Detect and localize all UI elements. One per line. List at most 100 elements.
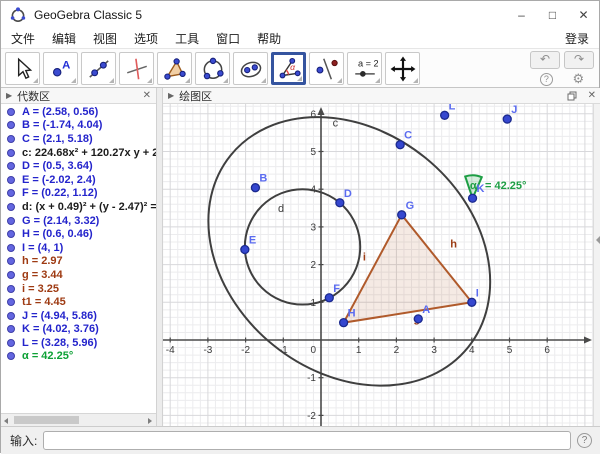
login-menu[interactable]: 登录 (565, 30, 589, 47)
menu-item[interactable]: 选项 (134, 30, 158, 47)
point-L[interactable] (441, 111, 449, 119)
angle-tool[interactable]: α (271, 52, 306, 85)
circle-tool[interactable] (195, 52, 230, 85)
visibility-marble-icon[interactable] (7, 298, 15, 306)
collapse-panel-icon[interactable] (596, 236, 600, 244)
scroll-right-icon[interactable] (148, 418, 152, 424)
tool-dropdown-icon[interactable] (109, 78, 114, 83)
command-input[interactable] (43, 431, 571, 450)
help-icon[interactable]: ? (540, 73, 553, 86)
slider-tool[interactable]: a = 2 (347, 52, 382, 85)
triangle-t1[interactable] (344, 215, 472, 323)
visibility-marble-icon[interactable] (7, 108, 15, 116)
algebra-item[interactable]: α = 42.25° (1, 350, 156, 364)
input-help-icon[interactable]: ? (577, 433, 592, 448)
algebra-item[interactable]: D = (0.5, 3.64) (1, 159, 156, 173)
move-tool[interactable] (5, 52, 40, 85)
visibility-marble-icon[interactable] (7, 285, 15, 293)
algebra-item[interactable]: J = (4.94, 5.86) (1, 309, 156, 323)
algebra-item[interactable]: g = 3.44 (1, 268, 156, 282)
scroll-left-icon[interactable] (4, 418, 8, 424)
visibility-marble-icon[interactable] (7, 135, 15, 143)
algebra-scrollbar[interactable] (1, 413, 156, 426)
visibility-marble-icon[interactable] (7, 325, 15, 333)
panel-splitter[interactable] (156, 88, 163, 426)
menu-item[interactable]: 编辑 (52, 30, 76, 47)
algebra-item[interactable]: E = (-2.02, 2.4) (1, 173, 156, 187)
redo-button[interactable]: ↷ (564, 51, 594, 69)
algebra-item[interactable]: c: 224.68x² + 120.27x y + 250.8 (1, 146, 156, 160)
graphics-canvas[interactable]: -4-3-2-1123456-2-11234560cdhigABCDEFGHIJ… (163, 104, 593, 426)
graphics-close-icon[interactable]: ✕ (588, 91, 596, 101)
move-graphics-tool[interactable] (385, 52, 420, 85)
visibility-marble-icon[interactable] (7, 176, 15, 184)
point-J[interactable] (503, 115, 511, 123)
point-D[interactable] (336, 199, 344, 207)
point-G[interactable] (398, 211, 406, 219)
point-K[interactable] (469, 194, 477, 202)
tool-dropdown-icon[interactable] (261, 78, 266, 83)
perpendicular-line-tool[interactable] (119, 52, 154, 85)
menu-item[interactable]: 帮助 (257, 30, 281, 47)
algebra-close-icon[interactable]: ✕ (143, 91, 151, 101)
algebra-item[interactable]: C = (2.1, 5.18) (1, 132, 156, 146)
point-E[interactable] (241, 246, 249, 254)
algebra-item[interactable]: G = (2.14, 3.32) (1, 214, 156, 228)
menu-item[interactable]: 文件 (11, 30, 35, 47)
algebra-item[interactable]: K = (4.02, 3.76) (1, 323, 156, 337)
visibility-marble-icon[interactable] (7, 257, 15, 265)
visibility-marble-icon[interactable] (7, 312, 15, 320)
ellipse-tool[interactable] (233, 52, 268, 85)
tool-dropdown-icon[interactable] (33, 78, 38, 83)
algebra-item[interactable]: i = 3.25 (1, 282, 156, 296)
menu-item[interactable]: 视图 (93, 30, 117, 47)
point-A[interactable] (414, 315, 422, 323)
visibility-marble-icon[interactable] (7, 162, 15, 170)
restore-window-icon[interactable] (567, 91, 577, 101)
point-C[interactable] (396, 141, 404, 149)
algebra-item[interactable]: L = (3.28, 5.96) (1, 336, 156, 350)
visibility-marble-icon[interactable] (7, 121, 15, 129)
visibility-marble-icon[interactable] (7, 271, 15, 279)
tool-dropdown-icon[interactable] (413, 78, 418, 83)
undo-button[interactable]: ↶ (530, 51, 560, 69)
algebra-item[interactable]: h = 2.97 (1, 255, 156, 269)
menu-item[interactable]: 窗口 (216, 30, 240, 47)
point-F[interactable] (325, 294, 333, 302)
gear-icon[interactable]: ⚙ (573, 71, 585, 87)
tool-dropdown-icon[interactable] (71, 78, 76, 83)
visibility-marble-icon[interactable] (7, 189, 15, 197)
point-B[interactable] (251, 184, 259, 192)
line-tool[interactable] (81, 52, 116, 85)
algebra-item[interactable]: B = (-1.74, 4.04) (1, 119, 156, 133)
point-H[interactable] (340, 319, 348, 327)
point-I[interactable] (468, 298, 476, 306)
tool-dropdown-icon[interactable] (337, 78, 342, 83)
tool-dropdown-icon[interactable] (147, 78, 152, 83)
tool-dropdown-icon[interactable] (223, 78, 228, 83)
scrollbar-thumb[interactable] (14, 416, 79, 424)
visibility-marble-icon[interactable] (7, 230, 15, 238)
algebra-item[interactable]: A = (2.58, 0.56) (1, 105, 156, 119)
close-button[interactable]: ✕ (568, 1, 599, 28)
tool-dropdown-icon[interactable] (297, 76, 302, 81)
algebra-item[interactable]: H = (0.6, 0.46) (1, 227, 156, 241)
visibility-marble-icon[interactable] (7, 149, 15, 157)
algebra-item[interactable]: F = (0.22, 1.12) (1, 187, 156, 201)
algebra-item[interactable]: t1 = 4.45 (1, 295, 156, 309)
tool-dropdown-icon[interactable] (185, 78, 190, 83)
minimize-button[interactable]: – (506, 1, 537, 28)
visibility-marble-icon[interactable] (7, 244, 15, 252)
visibility-marble-icon[interactable] (7, 217, 15, 225)
panel-caret-icon[interactable]: ▶ (6, 91, 12, 100)
reflect-tool[interactable] (309, 52, 344, 85)
algebra-item[interactable]: d: (x + 0.49)² + (y - 2.47)² = 2.34 (1, 200, 156, 214)
point-tool[interactable]: A (43, 52, 78, 85)
tool-dropdown-icon[interactable] (375, 78, 380, 83)
menu-item[interactable]: 工具 (175, 30, 199, 47)
visibility-marble-icon[interactable] (7, 203, 15, 211)
panel-caret-icon[interactable]: ▶ (168, 91, 174, 100)
visibility-marble-icon[interactable] (7, 339, 15, 347)
maximize-button[interactable]: □ (537, 1, 568, 28)
polygon-tool[interactable] (157, 52, 192, 85)
